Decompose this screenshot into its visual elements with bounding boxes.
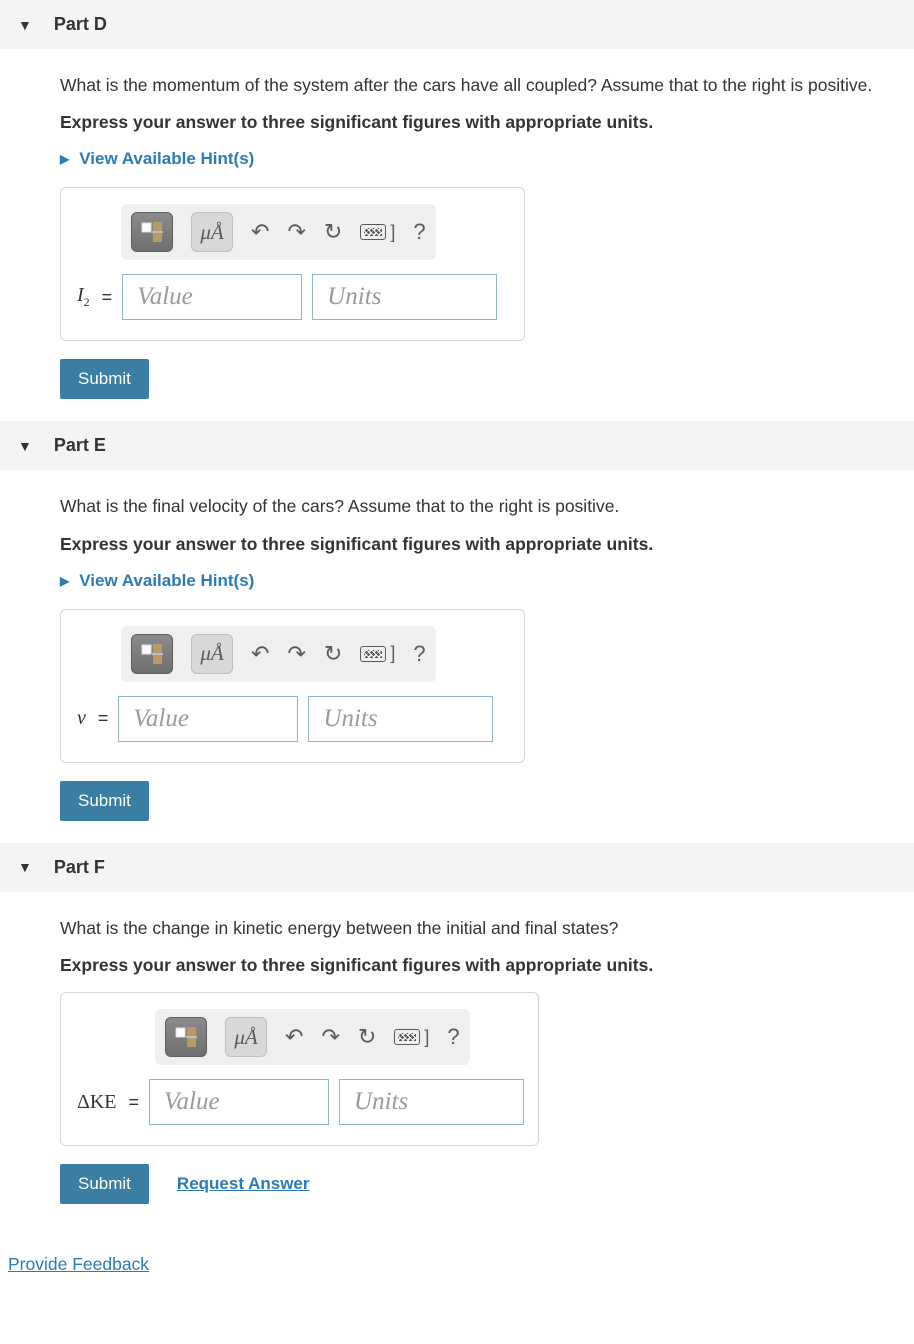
answer-box: μÅ ↶ ↷ ↻ ] ? ΔKE = Value Units bbox=[60, 992, 539, 1146]
help-icon[interactable]: ? bbox=[447, 1024, 459, 1050]
part-e-header[interactable]: ▼ Part E bbox=[0, 421, 914, 470]
units-input[interactable]: Units bbox=[312, 274, 497, 320]
part-d-header[interactable]: ▼ Part D bbox=[0, 0, 914, 49]
keyboard-icon bbox=[360, 224, 386, 240]
fraction-button[interactable] bbox=[165, 1017, 207, 1057]
units-input[interactable]: Units bbox=[308, 696, 493, 742]
submit-button[interactable]: Submit bbox=[60, 781, 149, 821]
part-e-title: Part E bbox=[54, 435, 106, 456]
hints-label: View Available Hint(s) bbox=[79, 149, 254, 169]
keyboard-button[interactable]: ] bbox=[360, 222, 395, 243]
value-input[interactable]: Value bbox=[149, 1079, 329, 1125]
collapse-icon: ▼ bbox=[18, 859, 32, 875]
variable-label: v bbox=[75, 707, 88, 730]
redo-icon[interactable]: ↷ bbox=[321, 1024, 339, 1050]
collapse-icon: ▼ bbox=[18, 438, 32, 454]
part-f-instruction: Express your answer to three significant… bbox=[60, 955, 914, 976]
units-button[interactable]: μÅ bbox=[225, 1017, 267, 1057]
hints-label: View Available Hint(s) bbox=[79, 571, 254, 591]
value-input[interactable]: Value bbox=[122, 274, 302, 320]
equals-sign: = bbox=[98, 708, 109, 729]
help-icon[interactable]: ? bbox=[413, 219, 425, 245]
variable-label: ΔKE bbox=[75, 1091, 119, 1114]
answer-box: μÅ ↶ ↷ ↻ ] ? I2 = Value Units bbox=[60, 187, 525, 341]
fraction-button[interactable] bbox=[131, 212, 173, 252]
equation-toolbar: μÅ ↶ ↷ ↻ ] ? bbox=[121, 204, 436, 260]
keyboard-button[interactable]: ] bbox=[360, 643, 395, 664]
part-e-prompt: What is the final velocity of the cars? … bbox=[60, 494, 914, 519]
provide-feedback-link[interactable]: Provide Feedback bbox=[0, 1226, 149, 1291]
request-answer-link[interactable]: Request Answer bbox=[177, 1174, 310, 1194]
expand-icon: ▶ bbox=[60, 574, 69, 588]
equation-toolbar: μÅ ↶ ↷ ↻ ] ? bbox=[155, 1009, 470, 1065]
equals-sign: = bbox=[129, 1092, 140, 1113]
view-hints-link[interactable]: ▶ View Available Hint(s) bbox=[60, 571, 914, 591]
reset-icon[interactable]: ↻ bbox=[324, 219, 342, 245]
keyboard-button[interactable]: ] bbox=[394, 1027, 429, 1048]
view-hints-link[interactable]: ▶ View Available Hint(s) bbox=[60, 149, 914, 169]
part-d-title: Part D bbox=[54, 14, 107, 35]
expand-icon: ▶ bbox=[60, 152, 69, 166]
part-d-instruction: Express your answer to three significant… bbox=[60, 112, 914, 133]
reset-icon[interactable]: ↻ bbox=[358, 1024, 376, 1050]
submit-button[interactable]: Submit bbox=[60, 1164, 149, 1204]
equals-sign: = bbox=[102, 287, 113, 308]
fraction-button[interactable] bbox=[131, 634, 173, 674]
submit-button[interactable]: Submit bbox=[60, 359, 149, 399]
units-button[interactable]: μÅ bbox=[191, 212, 233, 252]
part-f: ▼ Part F What is the change in kinetic e… bbox=[0, 843, 914, 1214]
part-f-prompt: What is the change in kinetic energy bet… bbox=[60, 916, 914, 941]
undo-icon[interactable]: ↶ bbox=[251, 641, 269, 667]
keyboard-icon bbox=[394, 1029, 420, 1045]
equation-toolbar: μÅ ↶ ↷ ↻ ] ? bbox=[121, 626, 436, 682]
redo-icon[interactable]: ↷ bbox=[287, 641, 305, 667]
part-d: ▼ Part D What is the momentum of the sys… bbox=[0, 0, 914, 409]
help-icon[interactable]: ? bbox=[413, 641, 425, 667]
units-input[interactable]: Units bbox=[339, 1079, 524, 1125]
part-f-header[interactable]: ▼ Part F bbox=[0, 843, 914, 892]
keyboard-icon bbox=[360, 646, 386, 662]
undo-icon[interactable]: ↶ bbox=[285, 1024, 303, 1050]
undo-icon[interactable]: ↶ bbox=[251, 219, 269, 245]
part-e: ▼ Part E What is the final velocity of t… bbox=[0, 421, 914, 830]
collapse-icon: ▼ bbox=[18, 17, 32, 33]
redo-icon[interactable]: ↷ bbox=[287, 219, 305, 245]
reset-icon[interactable]: ↻ bbox=[324, 641, 342, 667]
part-e-instruction: Express your answer to three significant… bbox=[60, 534, 914, 555]
part-d-prompt: What is the momentum of the system after… bbox=[60, 73, 914, 98]
variable-label: I2 bbox=[75, 284, 92, 310]
units-button[interactable]: μÅ bbox=[191, 634, 233, 674]
value-input[interactable]: Value bbox=[118, 696, 298, 742]
answer-box: μÅ ↶ ↷ ↻ ] ? v = Value Units bbox=[60, 609, 525, 763]
part-f-title: Part F bbox=[54, 857, 105, 878]
